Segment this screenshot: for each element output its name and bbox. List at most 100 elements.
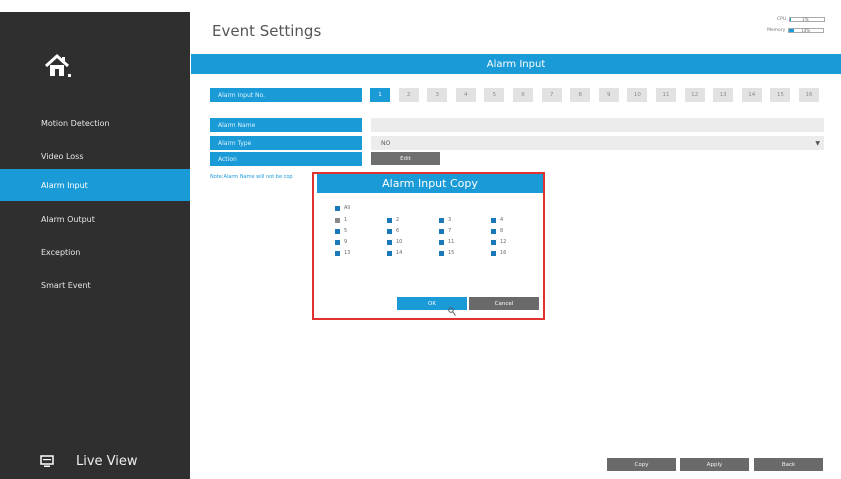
channel-checkbox-2[interactable]: 2: [387, 217, 399, 223]
channel-checkbox-14[interactable]: 14: [387, 250, 402, 256]
channel-label: 9: [344, 239, 348, 245]
dialog-title: Alarm Input Copy: [317, 173, 543, 193]
mouse-cursor-icon: [448, 307, 456, 316]
checkbox-icon: [335, 228, 340, 234]
channel-checkbox-1[interactable]: 1: [335, 217, 347, 223]
alarm-input-no-8[interactable]: 8: [570, 88, 591, 102]
cpu-value: 1%: [802, 17, 809, 22]
channel-label: 16: [500, 250, 507, 256]
checkbox-icon: [439, 217, 444, 223]
alarm-input-no-1[interactable]: 1: [370, 88, 390, 102]
checkbox-icon: [387, 239, 392, 245]
alarm-input-no-13[interactable]: 13: [713, 88, 734, 102]
alarm-input-no-2[interactable]: 2: [398, 88, 419, 102]
channel-checkbox-5[interactable]: 5: [335, 228, 347, 234]
channel-checkbox-4[interactable]: 4: [491, 217, 503, 223]
channel-checkbox-3[interactable]: 3: [439, 217, 451, 223]
checkbox-icon: [335, 205, 340, 211]
alarm-input-no-10[interactable]: 10: [627, 88, 648, 102]
channel-checkbox-8[interactable]: 8: [491, 228, 503, 234]
channel-checkbox-13[interactable]: 13: [335, 250, 350, 256]
alarm-input-no-14[interactable]: 14: [741, 88, 762, 102]
sidebar-item-alarm-output[interactable]: Alarm Output: [0, 203, 190, 235]
memory-label: Memory: [767, 28, 786, 33]
cpu-label: CPU: [777, 17, 787, 22]
all-label: All: [344, 205, 351, 211]
channel-checkbox-16[interactable]: 16: [491, 250, 506, 256]
channel-checkbox-11[interactable]: 11: [439, 239, 454, 245]
action-label: Action: [210, 152, 362, 166]
checkbox-icon: [491, 217, 496, 223]
alarm-name-field[interactable]: [371, 118, 824, 132]
alarm-input-no-12[interactable]: 12: [684, 88, 705, 102]
checkbox-icon: [439, 250, 444, 256]
channel-label: 1: [344, 217, 348, 223]
channel-label: 7: [448, 228, 452, 234]
channel-label: 8: [500, 228, 504, 234]
note-text: Note:Alarm Name will not be cop: [210, 174, 293, 180]
channel-label: 3: [448, 217, 452, 223]
channel-label: 13: [344, 250, 351, 256]
cancel-button[interactable]: Cancel: [469, 297, 539, 310]
sidebar-item-exception[interactable]: Exception: [0, 236, 190, 268]
channel-checkbox-12[interactable]: 12: [491, 239, 506, 245]
alarm-type-select[interactable]: NO ▼: [371, 136, 824, 150]
alarm-input-no-11[interactable]: 11: [656, 88, 676, 102]
channel-checkbox-15[interactable]: 15: [439, 250, 454, 256]
alarm-input-no-9[interactable]: 9: [598, 88, 619, 102]
memory-bar: 14%: [788, 28, 825, 33]
channel-label: 11: [448, 239, 455, 245]
live-view-button[interactable]: Live View: [0, 444, 190, 478]
channel-checkbox-6[interactable]: 6: [387, 228, 399, 234]
checkbox-icon: [387, 250, 392, 256]
home-icon[interactable]: [44, 53, 72, 79]
checkbox-icon: [439, 239, 444, 245]
memory-bar-fill: [789, 29, 795, 32]
alarm-input-no-3[interactable]: 3: [427, 88, 448, 102]
memory-value: 14%: [801, 28, 811, 33]
channel-checkbox-7[interactable]: 7: [439, 228, 451, 234]
alarm-input-no-5[interactable]: 5: [484, 88, 505, 102]
memory-meter: Memory 14%: [767, 28, 825, 33]
alarm-input-no-4[interactable]: 4: [455, 88, 476, 102]
sidebar-item-video-loss[interactable]: Video Loss: [0, 140, 190, 172]
checkbox-icon: [491, 228, 496, 234]
checkbox-icon: [491, 250, 496, 256]
cpu-bar: 1%: [789, 17, 826, 22]
alarm-input-no-7[interactable]: 7: [541, 88, 562, 102]
checkbox-icon: [387, 228, 392, 234]
section-header: Alarm Input: [191, 54, 841, 74]
channel-label: 10: [396, 239, 403, 245]
sidebar-item-smart-event[interactable]: Smart Event: [0, 269, 190, 301]
channel-label: 14: [396, 250, 403, 256]
alarm-input-copy-dialog: Alarm Input Copy All 1 2 3 4 5 6 7 8 9 10 11 12 13 14…: [317, 173, 543, 314]
live-view-label: Live View: [76, 453, 138, 469]
channel-label: 15: [448, 250, 455, 256]
sidebar-item-motion-detection[interactable]: Motion Detection: [0, 107, 190, 139]
cpu-meter: CPU 1%: [777, 17, 826, 22]
edit-button[interactable]: Edit: [371, 152, 440, 165]
alarm-type-label: Alarm Type: [210, 136, 362, 150]
ok-button[interactable]: OK: [397, 297, 467, 310]
channel-checkbox-9[interactable]: 9: [335, 239, 347, 245]
alarm-input-no-label: Alarm Input No.: [210, 88, 362, 102]
channel-checkbox-10[interactable]: 10: [387, 239, 402, 245]
alarm-input-no-16[interactable]: 16: [799, 88, 819, 102]
back-button[interactable]: Back: [754, 458, 823, 471]
copy-button[interactable]: Copy: [607, 458, 676, 471]
apply-button[interactable]: Apply: [680, 458, 749, 471]
cpu-bar-fill: [790, 18, 791, 21]
sidebar: Motion Detection Video Loss Alarm Input Ala…: [0, 12, 190, 479]
checkbox-icon: [335, 239, 340, 245]
checkbox-icon: [387, 217, 392, 223]
page-title: Event Settings: [212, 22, 322, 40]
alarm-input-no-15[interactable]: 15: [770, 88, 791, 102]
channel-label: 5: [344, 228, 348, 234]
channel-label: 6: [396, 228, 400, 234]
all-checkbox[interactable]: All: [335, 205, 350, 211]
alarm-input-no-6[interactable]: 6: [513, 88, 533, 102]
sidebar-item-alarm-input[interactable]: Alarm Input: [0, 169, 190, 201]
checkbox-icon: [335, 250, 340, 256]
checkbox-icon: [491, 239, 496, 245]
chevron-down-icon: ▼: [815, 140, 820, 147]
